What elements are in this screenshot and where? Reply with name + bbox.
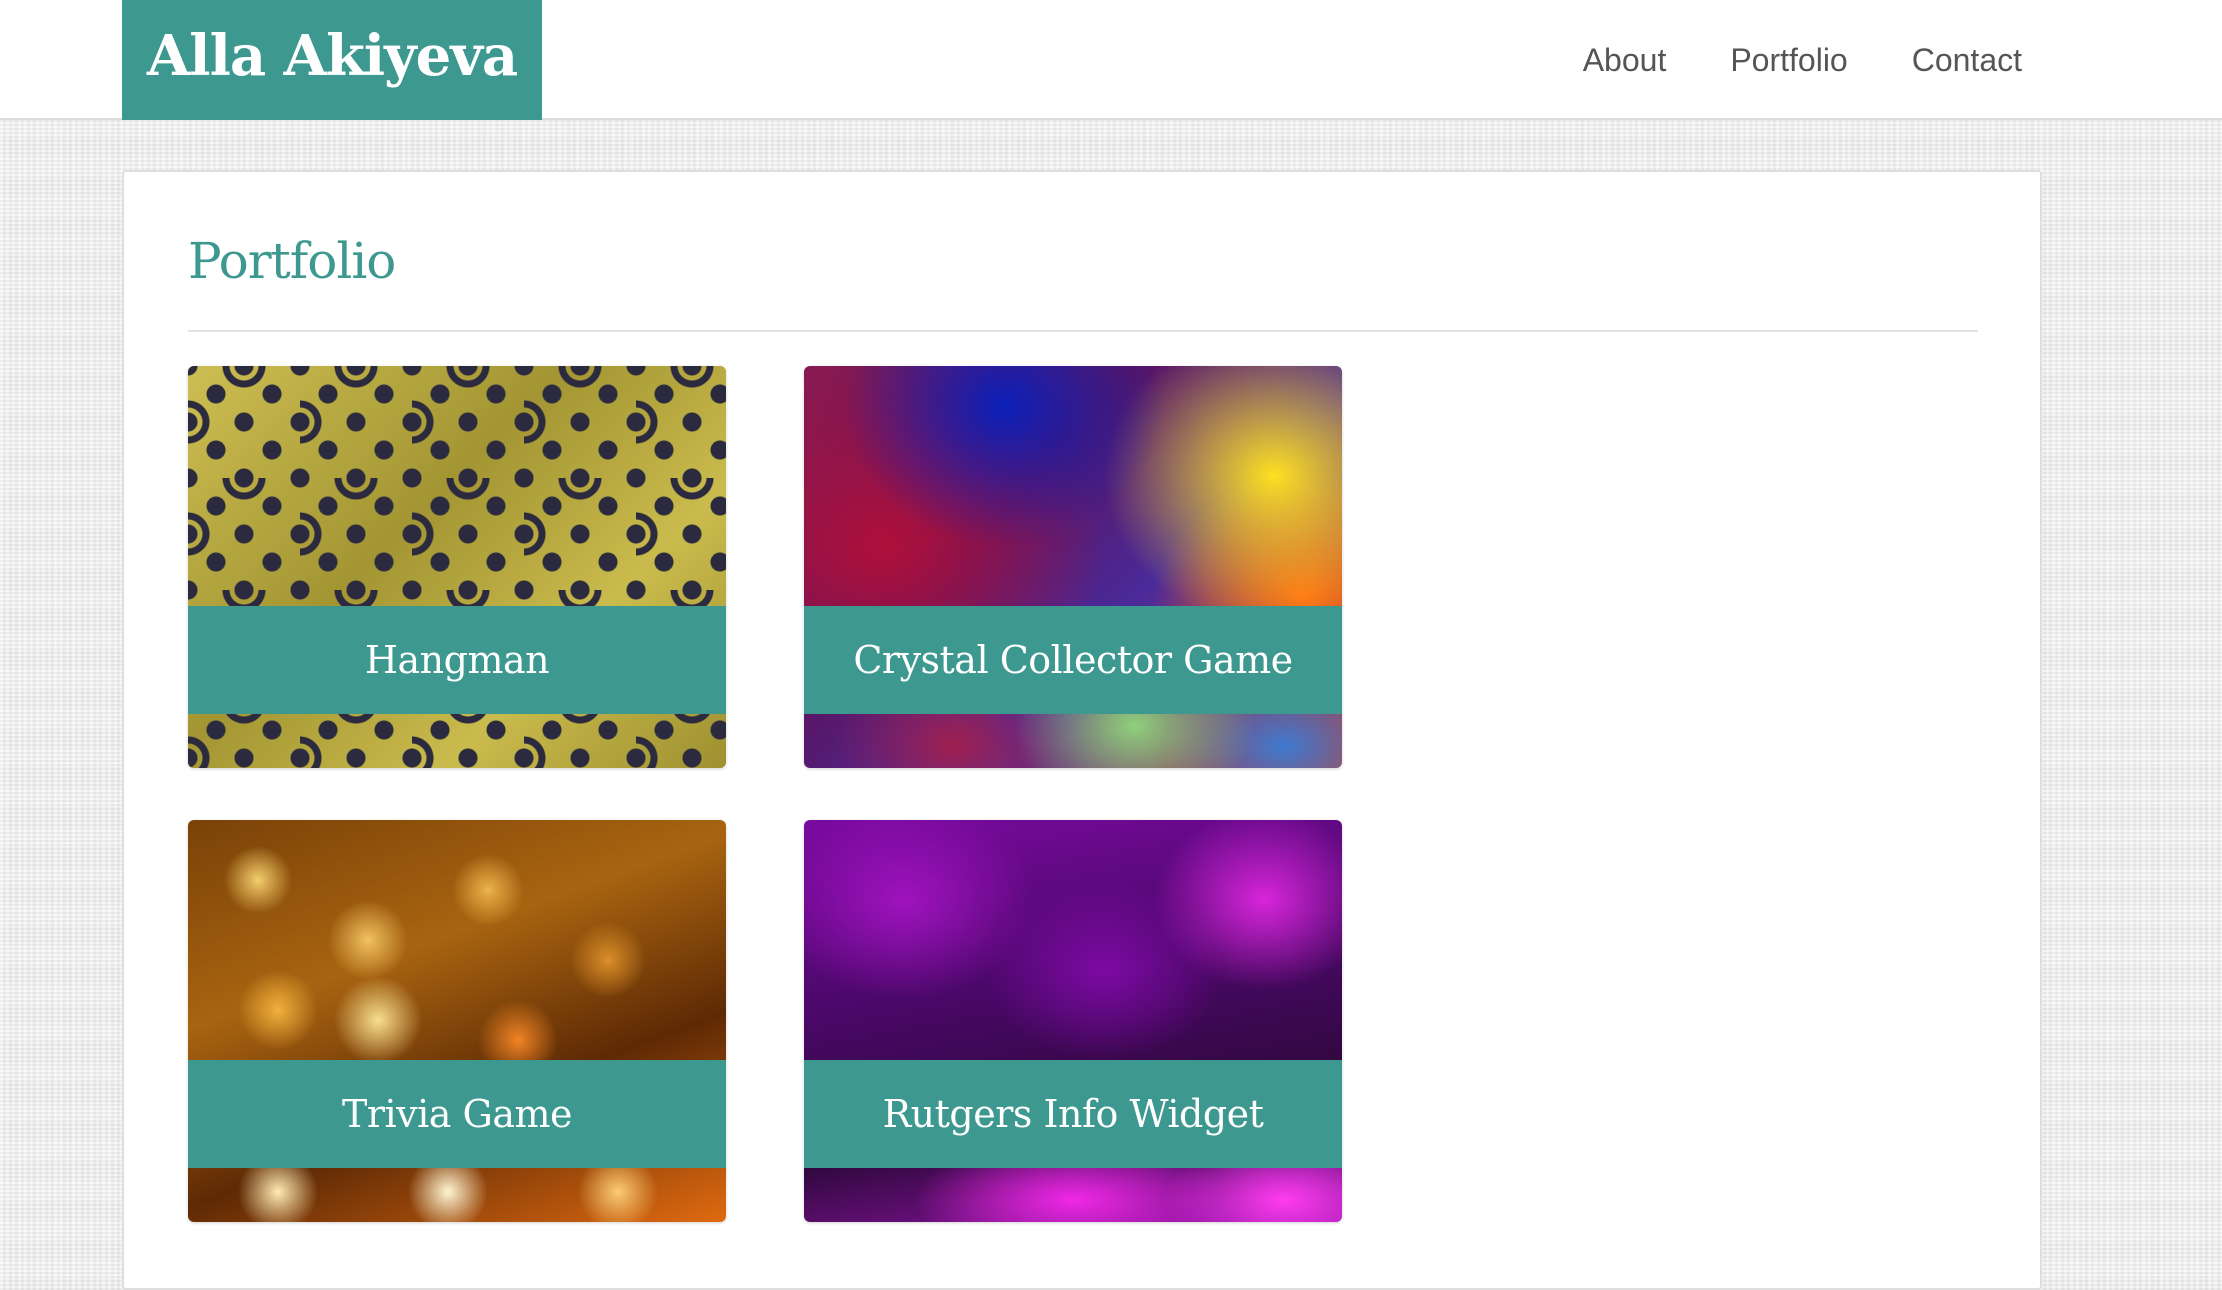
main-nav: About Portfolio Contact [1583,0,2022,120]
brand-logo-link[interactable]: Alla Akiyeva [122,0,542,120]
project-label-band: Crystal Collector Game [804,606,1342,714]
project-label-band: Trivia Game [188,1060,726,1168]
project-card-hangman[interactable]: Hangman [188,366,726,768]
site-header: Alla Akiyeva About Portfolio Contact [0,0,2222,120]
title-divider [188,330,1978,332]
nav-link-contact[interactable]: Contact [1912,44,2022,76]
project-label-band: Rutgers Info Widget [804,1060,1342,1168]
project-card-trivia[interactable]: Trivia Game [188,820,726,1222]
nav-link-about[interactable]: About [1583,44,1667,76]
project-label-band: Hangman [188,606,726,714]
project-title: Trivia Game [341,1092,573,1136]
portfolio-panel: Portfolio Hangman Crystal Collector Game… [122,170,2042,1290]
project-title: Hangman [364,638,550,682]
project-title: Crystal Collector Game [853,638,1293,682]
project-title: Rutgers Info Widget [882,1092,1264,1136]
project-card-rutgers-widget[interactable]: Rutgers Info Widget [804,820,1342,1222]
project-card-crystal-collector[interactable]: Crystal Collector Game [804,366,1342,768]
page-title: Portfolio [188,232,396,290]
nav-link-portfolio[interactable]: Portfolio [1730,44,1847,76]
